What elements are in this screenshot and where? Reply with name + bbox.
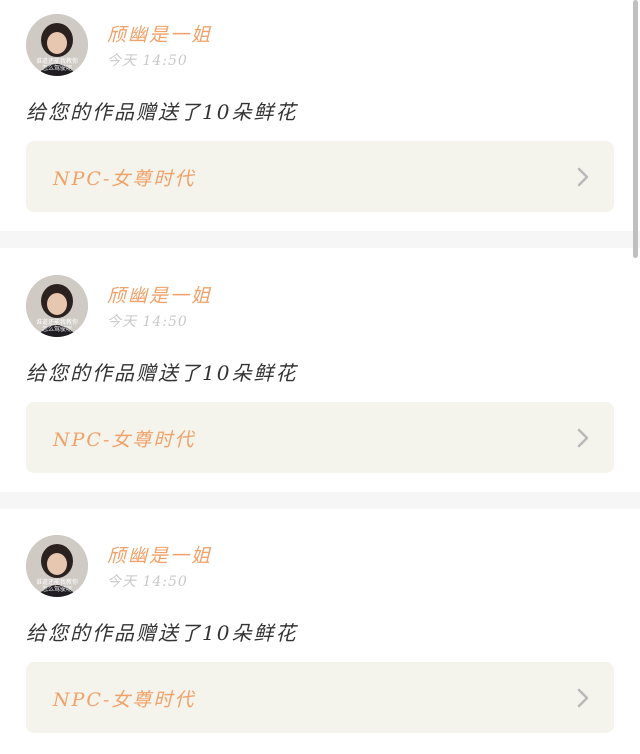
gift-message: 给您的作品赠送了10朵鲜花 [26,361,298,385]
avatar-caption-line2: 怎么驾驶呢 [42,585,72,593]
work-link-button[interactable]: NPC-女尊时代 [26,141,614,212]
avatar-caption-line1: 谁道还能我教你 [36,578,78,586]
avatar-caption-line1: 谁道还能我教你 [36,57,78,65]
card-separator [0,492,640,509]
chevron-right-icon [577,167,589,187]
gift-notification-card: 谁道还能我教你 怎么驾驶呢 颀幽是一姐 今天 14:50 给您的作品赠送了10朵… [0,521,640,751]
chevron-right-icon [577,428,589,448]
chevron-right-icon [577,688,589,708]
username[interactable]: 颀幽是一姐 [107,281,212,308]
avatar-caption-line2: 怎么驾驶呢 [42,64,72,72]
username[interactable]: 颀幽是一姐 [107,541,212,568]
gift-message: 给您的作品赠送了10朵鲜花 [26,621,298,645]
timestamp: 今天 14:50 [107,314,188,330]
work-title: NPC-女尊时代 [53,168,196,190]
card-separator [0,231,640,248]
avatar-caption-line1: 谁道还能我教你 [36,318,78,326]
username[interactable]: 颀幽是一姐 [107,20,212,47]
gift-notification-card: 谁道还能我教你 怎么驾驶呢 颀幽是一姐 今天 14:50 给您的作品赠送了10朵… [0,0,640,230]
scrollbar[interactable] [633,0,638,258]
gift-message: 给您的作品赠送了10朵鲜花 [26,100,298,124]
work-title: NPC-女尊时代 [53,429,196,451]
work-link-button[interactable]: NPC-女尊时代 [26,662,614,733]
timestamp: 今天 14:50 [107,574,188,590]
avatar[interactable]: 谁道还能我教你 怎么驾驶呢 [26,14,88,76]
avatar[interactable]: 谁道还能我教你 怎么驾驶呢 [26,535,88,597]
notification-feed: 谁道还能我教你 怎么驾驶呢 颀幽是一姐 今天 14:50 给您的作品赠送了10朵… [0,0,640,754]
work-link-button[interactable]: NPC-女尊时代 [26,402,614,473]
timestamp: 今天 14:50 [107,53,188,69]
avatar[interactable]: 谁道还能我教你 怎么驾驶呢 [26,275,88,337]
gift-notification-card: 谁道还能我教你 怎么驾驶呢 颀幽是一姐 今天 14:50 给您的作品赠送了10朵… [0,261,640,491]
work-title: NPC-女尊时代 [53,689,196,711]
avatar-caption-line2: 怎么驾驶呢 [42,325,72,333]
